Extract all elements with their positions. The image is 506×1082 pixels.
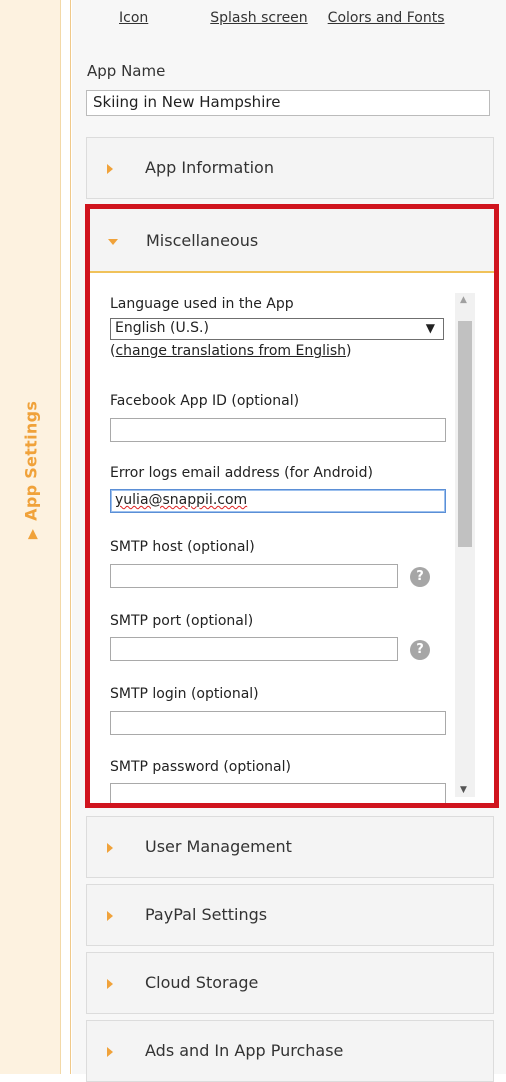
triangle-right-icon: ▲: [27, 526, 39, 542]
section-label: App Information: [145, 158, 274, 177]
app-name-label: App Name: [87, 62, 166, 80]
error-email-input[interactable]: yulia@snappii.com: [110, 489, 446, 513]
facebook-app-id-input[interactable]: [110, 418, 446, 442]
caret-right-icon: [107, 843, 113, 853]
settings-panel: Icon Splash screen Colors and Fonts App …: [72, 0, 506, 1082]
help-icon[interactable]: ?: [410, 640, 430, 660]
top-links: Icon Splash screen Colors and Fonts: [119, 10, 445, 26]
app-name-input[interactable]: Skiing in New Hampshire: [86, 90, 490, 116]
language-label: Language used in the App: [110, 296, 294, 312]
scroll-down-arrow-icon[interactable]: ▼: [460, 785, 467, 795]
section-user-management[interactable]: User Management: [86, 816, 494, 878]
scrollbar-thumb[interactable]: [458, 321, 472, 547]
section-miscellaneous-header[interactable]: Miscellaneous: [90, 209, 494, 273]
section-label: Ads and In App Purchase: [145, 1041, 344, 1060]
language-select[interactable]: English (U.S.) ▼: [110, 318, 444, 340]
section-cloud-storage[interactable]: Cloud Storage: [86, 952, 494, 1014]
change-translations: (change translations from English): [110, 343, 352, 359]
facebook-app-id-label: Facebook App ID (optional): [110, 393, 300, 409]
error-email-label: Error logs email address (for Android): [110, 465, 373, 481]
change-translations-link[interactable]: change translations from English: [115, 343, 346, 359]
app-settings-label: ▲App Settings: [21, 400, 41, 542]
link-colors-and-fonts[interactable]: Colors and Fonts: [328, 10, 445, 26]
smtp-port-label: SMTP port (optional): [110, 613, 254, 629]
caret-down-icon: [108, 239, 118, 245]
rail-divider: [70, 0, 71, 1074]
language-selected: English (U.S.): [115, 320, 209, 336]
caret-right-icon: [107, 979, 113, 989]
smtp-password-label: SMTP password (optional): [110, 759, 291, 775]
help-icon[interactable]: ?: [410, 567, 430, 587]
smtp-port-input[interactable]: [110, 637, 398, 661]
caret-right-icon: [107, 164, 113, 174]
app-settings-tab[interactable]: ▲App Settings: [16, 0, 46, 1074]
link-splash-screen[interactable]: Splash screen: [210, 10, 307, 26]
caret-right-icon: [107, 911, 113, 921]
section-paypal-settings[interactable]: PayPal Settings: [86, 884, 494, 946]
section-label: PayPal Settings: [145, 905, 268, 924]
smtp-password-input[interactable]: [110, 783, 446, 803]
dropdown-arrow-icon: ▼: [425, 321, 435, 335]
miscellaneous-section-highlight: Miscellaneous Language used in the App E…: [85, 204, 499, 808]
section-label: User Management: [145, 837, 292, 856]
error-email-value: yulia@snappii.com: [115, 492, 248, 508]
smtp-host-label: SMTP host (optional): [110, 539, 255, 555]
miscellaneous-body: Language used in the App English (U.S.) …: [90, 273, 494, 803]
smtp-host-input[interactable]: [110, 564, 398, 588]
section-label: Cloud Storage: [145, 973, 259, 992]
section-label: Miscellaneous: [146, 231, 259, 250]
caret-right-icon: [107, 1047, 113, 1057]
link-icon[interactable]: Icon: [119, 10, 148, 26]
scroll-up-arrow-icon[interactable]: ▲: [460, 295, 467, 305]
smtp-login-label: SMTP login (optional): [110, 686, 259, 702]
vertical-scrollbar[interactable]: ▲ ▼: [455, 293, 475, 797]
section-app-information[interactable]: App Information: [86, 137, 494, 199]
smtp-login-input[interactable]: [110, 711, 446, 735]
section-ads-in-app-purchase[interactable]: Ads and In App Purchase: [86, 1020, 494, 1082]
